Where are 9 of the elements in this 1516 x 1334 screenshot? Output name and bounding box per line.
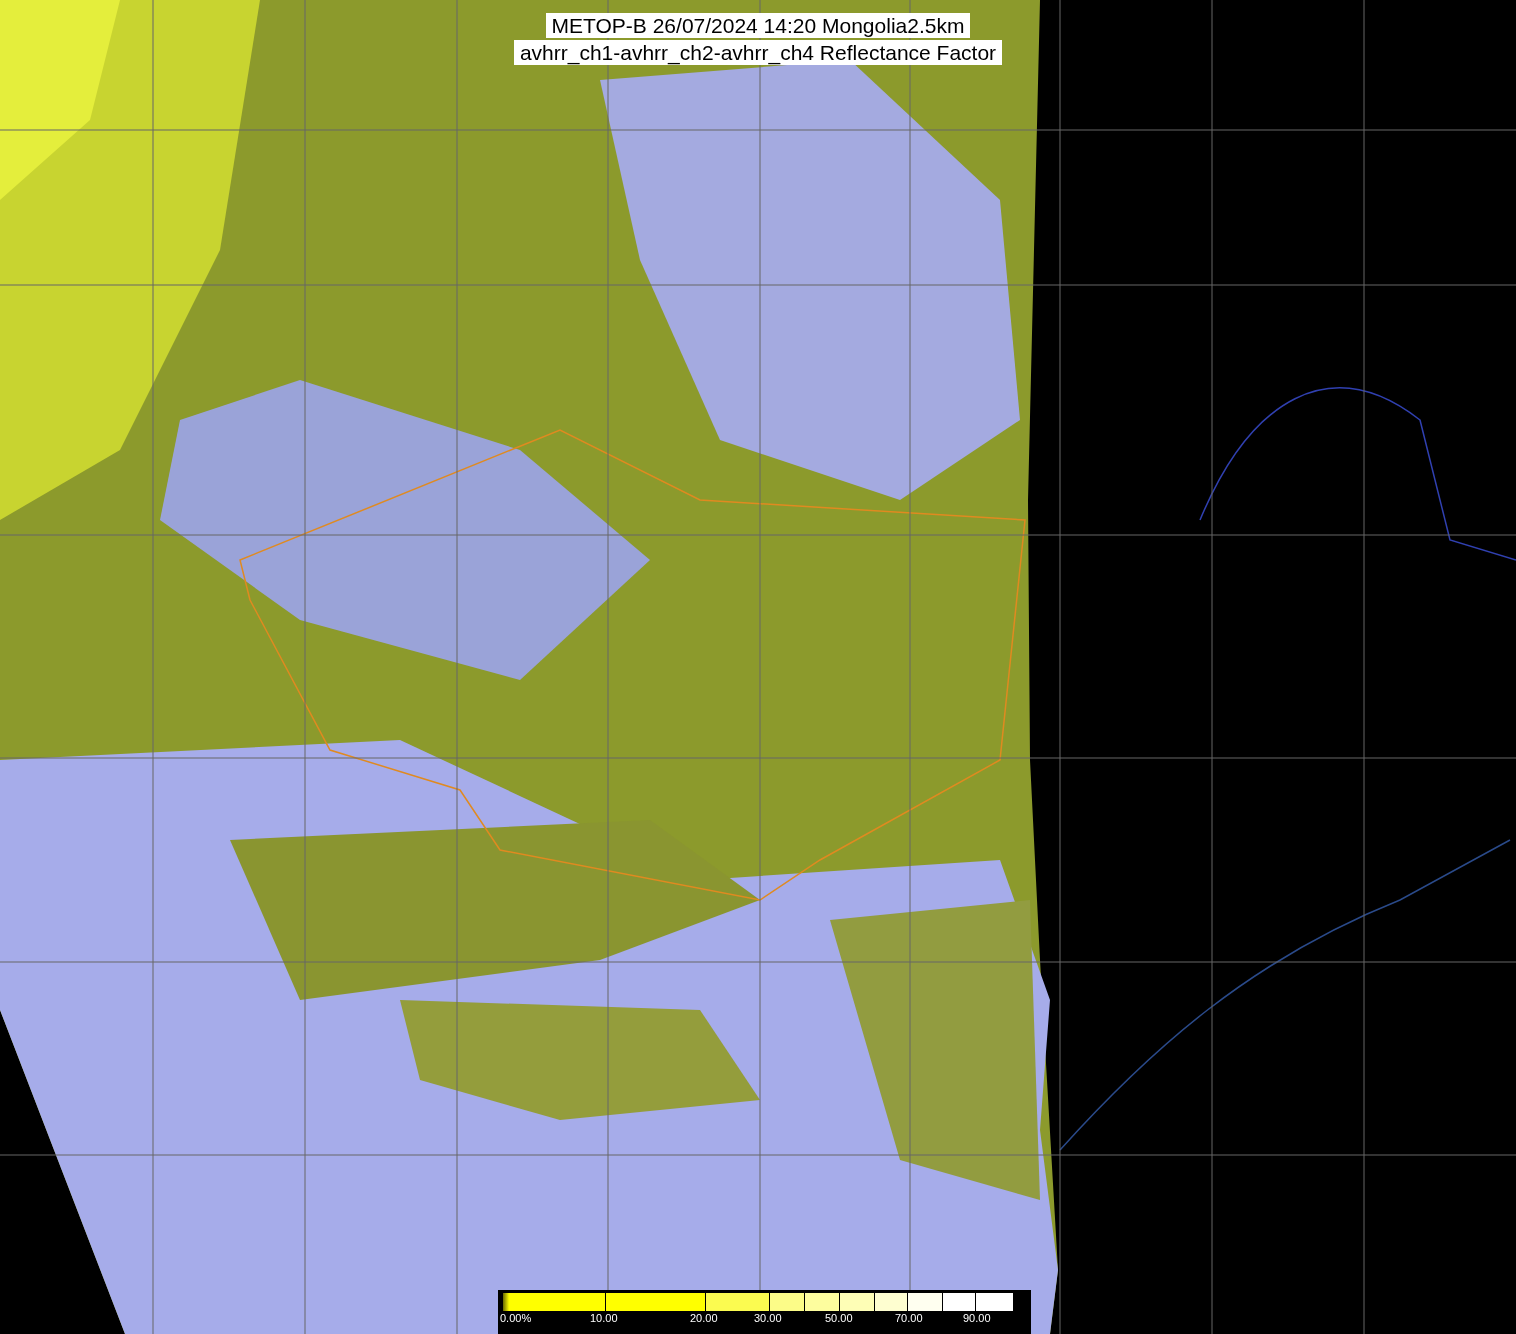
scale-label: 50.00	[825, 1312, 853, 1325]
scale-label: 70.00	[895, 1312, 923, 1325]
scale-label: 30.00	[754, 1312, 782, 1325]
scale-label: 90.00	[963, 1312, 991, 1325]
chart-title: avhrr_ch1-avhrr_ch2-avhrr_ch4 Reflectance Factor	[513, 40, 1003, 65]
scale-label: 20.00	[690, 1312, 718, 1325]
scale-label: 10.00	[590, 1312, 618, 1325]
chart-title: METOP-B 26/07/2024 14:20 Mongolia2.5km	[545, 13, 971, 38]
scale-label: 0.00%	[500, 1312, 532, 1325]
